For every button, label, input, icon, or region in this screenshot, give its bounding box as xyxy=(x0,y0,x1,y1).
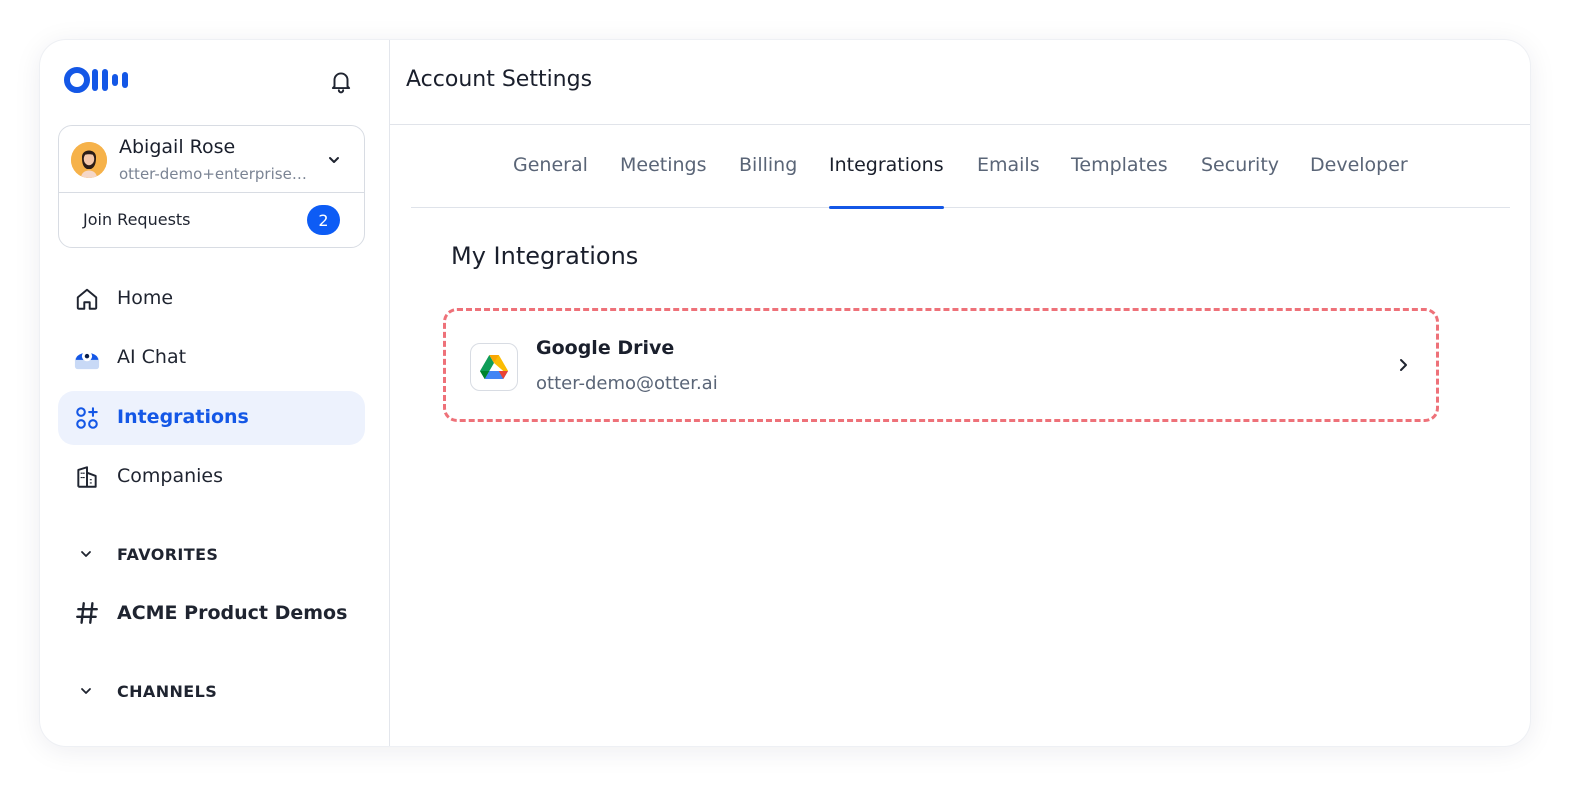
chevron-down-icon xyxy=(81,688,91,694)
section-title: My Integrations xyxy=(451,242,639,270)
integration-card-google-drive[interactable]: Google Drive otter-demo@otter.ai xyxy=(443,308,1439,422)
tab-general[interactable]: General xyxy=(513,152,588,208)
avatar xyxy=(71,142,107,178)
divider xyxy=(390,124,1530,125)
channels-section-toggle[interactable]: CHANNELS xyxy=(78,679,217,703)
favorites-label: FAVORITES xyxy=(117,544,219,564)
user-email: otter-demo+enterprise@otter.ai xyxy=(119,165,309,183)
tab-emails[interactable]: Emails xyxy=(977,152,1040,208)
sidebar-item-label: Integrations xyxy=(117,406,249,428)
google-drive-icon xyxy=(470,343,518,391)
sidebar-item-integrations[interactable]: Integrations xyxy=(58,391,365,445)
favorites-section-toggle[interactable]: FAVORITES xyxy=(78,542,218,566)
main-content: Account Settings General Meetings Billin… xyxy=(390,40,1530,746)
sidebar-item-ai-chat[interactable]: AI Chat xyxy=(58,331,365,385)
user-name: Abigail Rose xyxy=(119,136,236,158)
otter-logo[interactable] xyxy=(64,66,136,94)
account-switcher[interactable]: Abigail Rose otter-demo+enterprise@otter… xyxy=(59,126,364,192)
sidebar-item-companies[interactable]: Companies xyxy=(58,450,365,504)
tab-billing[interactable]: Billing xyxy=(739,152,797,208)
sidebar-item-home[interactable]: Home xyxy=(58,272,365,326)
join-requests-label: Join Requests xyxy=(83,210,191,229)
chevron-down-icon[interactable] xyxy=(324,150,344,170)
chevron-right-icon xyxy=(1400,359,1407,371)
tab-meetings[interactable]: Meetings xyxy=(620,152,707,208)
channel-label: ACME Product Demos xyxy=(117,602,348,624)
companies-icon xyxy=(74,464,100,490)
ai-chat-icon xyxy=(74,345,100,371)
tab-developer[interactable]: Developer xyxy=(1310,152,1408,208)
home-icon xyxy=(74,286,100,312)
tab-security[interactable]: Security xyxy=(1201,152,1279,208)
page-title: Account Settings xyxy=(406,67,593,92)
integrations-icon xyxy=(74,405,100,431)
settings-tabs: General Meetings Billing Integrations Em… xyxy=(411,152,1510,209)
tab-integrations[interactable]: Integrations xyxy=(829,152,944,209)
sidebar-item-label: Home xyxy=(117,287,174,309)
tab-templates[interactable]: Templates xyxy=(1071,152,1168,208)
user-card: Abigail Rose otter-demo+enterprise@otter… xyxy=(58,125,365,248)
sidebar-item-label: AI Chat xyxy=(117,346,187,368)
hash-icon xyxy=(76,602,98,624)
join-requests-count-badge: 2 xyxy=(307,205,340,235)
integration-account: otter-demo@otter.ai xyxy=(536,373,718,394)
app-window: Abigail Rose otter-demo+enterprise@otter… xyxy=(40,40,1530,746)
sidebar-item-label: Companies xyxy=(117,465,224,487)
channels-label: CHANNELS xyxy=(117,681,218,701)
join-requests-button[interactable]: Join Requests 2 xyxy=(59,193,364,249)
favorite-channel-item[interactable]: ACME Product Demos xyxy=(58,588,365,638)
notification-bell-icon[interactable] xyxy=(326,66,356,96)
chevron-down-icon xyxy=(81,551,91,557)
integration-name: Google Drive xyxy=(536,337,675,359)
sidebar: Abigail Rose otter-demo+enterprise@otter… xyxy=(40,40,390,746)
